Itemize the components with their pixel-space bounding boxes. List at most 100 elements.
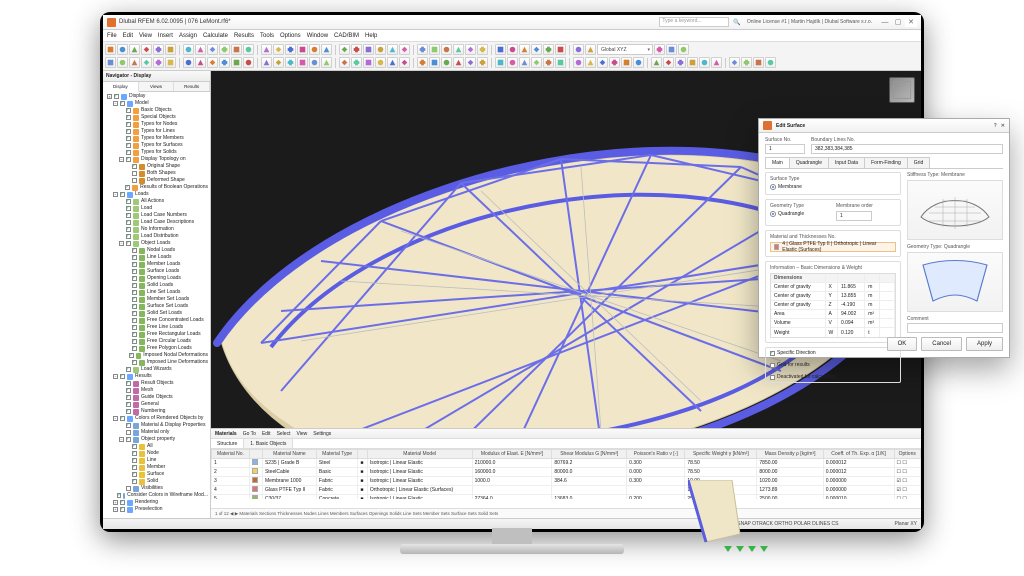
tree-checkbox[interactable] <box>132 262 137 267</box>
tree-item[interactable]: No Information <box>105 226 208 233</box>
tree-item[interactable]: Results of Boolean Operations <box>105 184 208 191</box>
materials-cell[interactable]: Glass PTFE Typ II <box>262 486 316 495</box>
toolbar-button[interactable] <box>351 57 362 68</box>
materials-menu-item[interactable]: Settings <box>313 431 331 437</box>
toolbar-button[interactable] <box>243 57 254 68</box>
materials-cell[interactable]: Isotropic | Linear Elastic <box>367 459 472 468</box>
tree-item[interactable]: −Object property <box>105 436 208 443</box>
materials-cell[interactable]: C30/37 <box>262 495 316 500</box>
materials-cell[interactable]: ■ <box>358 486 368 495</box>
toolbar-button[interactable] <box>387 44 398 55</box>
materials-cell[interactable]: ■ <box>358 477 368 486</box>
materials-table[interactable]: Material No.Material NameMaterial TypeMa… <box>211 449 921 499</box>
tree-toggle-icon[interactable]: − <box>113 101 118 106</box>
tree-checkbox[interactable] <box>129 353 134 358</box>
materials-col-header[interactable]: Options <box>894 450 920 459</box>
toolbar-button[interactable] <box>663 57 674 68</box>
dialog-tab-formfinding[interactable]: Form-Finding <box>864 157 908 168</box>
toolbar-button[interactable] <box>555 44 566 55</box>
tree-checkbox[interactable] <box>132 164 137 169</box>
tree-checkbox[interactable] <box>132 325 137 330</box>
tree-checkbox[interactable] <box>132 339 137 344</box>
toolbar-button[interactable] <box>507 44 518 55</box>
materials-cell[interactable]: S235 | Grade B <box>262 459 316 468</box>
toolbar-button[interactable] <box>285 44 296 55</box>
toolbar-button[interactable] <box>399 44 410 55</box>
materials-cell[interactable]: 4 <box>212 486 250 495</box>
dialog-tab-grid[interactable]: Grid <box>907 157 930 168</box>
toolbar-button[interactable] <box>309 57 320 68</box>
tree-checkbox[interactable] <box>126 486 131 491</box>
materials-cell[interactable]: 80769.2 <box>552 459 627 468</box>
materials-row[interactable]: 3Membrane 1000Fabric■Isotropic | Linear … <box>212 477 921 486</box>
tree-item[interactable]: Consider Colors in Wireframe Mod... <box>105 492 208 499</box>
materials-col-header[interactable]: Material No. <box>212 450 250 459</box>
nav-tab-views[interactable]: Views <box>139 82 175 91</box>
nav-tab-results[interactable]: Results <box>174 82 210 91</box>
toolbar-button[interactable] <box>507 57 518 68</box>
tree-item[interactable]: Load Case Numbers <box>105 212 208 219</box>
tree-checkbox[interactable] <box>126 108 131 113</box>
materials-cell[interactable]: Fabric <box>316 477 357 486</box>
toolbar-button[interactable] <box>375 44 386 55</box>
tree-checkbox[interactable] <box>126 129 131 134</box>
tree-item[interactable]: Visibilities <box>105 485 208 492</box>
tree-item[interactable]: Basic Objects <box>105 107 208 114</box>
toolbar-button[interactable] <box>399 57 410 68</box>
materials-cell[interactable]: 1000.0 <box>472 477 552 486</box>
materials-cell[interactable]: SteelCable <box>262 468 316 477</box>
materials-cell[interactable]: 0.200 <box>627 495 685 500</box>
tree-checkbox[interactable] <box>132 472 137 477</box>
tree-checkbox[interactable] <box>120 101 125 106</box>
tree-item[interactable]: Nodal Loads <box>105 247 208 254</box>
materials-cell[interactable]: 1 <box>212 459 250 468</box>
tree-item[interactable]: −Loads <box>105 191 208 198</box>
dialog-tab-inputdata[interactable]: Input Data <box>828 157 865 168</box>
tree-checkbox[interactable] <box>132 255 137 260</box>
tree-checkbox[interactable] <box>126 150 131 155</box>
tree-checkbox[interactable] <box>132 332 137 337</box>
tree-item[interactable]: Opening Loads <box>105 275 208 282</box>
tree-checkbox[interactable] <box>126 136 131 141</box>
nav-tab-display[interactable]: Display <box>103 82 139 92</box>
materials-cell[interactable]: 2500.00 <box>757 495 823 500</box>
materials-row[interactable]: 2SteelCableBasic■Isotropic | Linear Elas… <box>212 468 921 477</box>
toolbar-button[interactable] <box>765 57 776 68</box>
menu-results[interactable]: Results <box>234 33 254 39</box>
toolbar-button[interactable] <box>675 57 686 68</box>
tree-checkbox[interactable] <box>132 360 137 365</box>
toolbar-button[interactable] <box>105 44 116 55</box>
toolbar-button[interactable] <box>609 57 620 68</box>
toolbar-button[interactable] <box>183 44 194 55</box>
tree-checkbox[interactable] <box>132 297 137 302</box>
toolbar-button[interactable] <box>678 44 689 55</box>
toolbar-button[interactable] <box>477 44 488 55</box>
toolbar-button[interactable] <box>141 57 152 68</box>
boundary-lines-input[interactable]: 382,383,384,385 <box>811 144 1003 154</box>
tree-toggle-icon[interactable]: − <box>119 241 124 246</box>
toolbar-button[interactable] <box>687 57 698 68</box>
toolbar-button[interactable] <box>531 57 542 68</box>
tree-item[interactable]: General <box>105 401 208 408</box>
materials-col-header[interactable]: Shear Modulus G [N/mm²] <box>552 450 627 459</box>
checkbox-deactivated[interactable]: Deactivated for calculation <box>770 374 896 380</box>
navigator-tree[interactable]: ±Display−ModelBasic ObjectsSpecial Objec… <box>103 92 210 519</box>
tree-toggle-icon[interactable]: − <box>119 437 124 442</box>
tree-checkbox[interactable] <box>120 192 125 197</box>
tree-checkbox[interactable] <box>120 416 125 421</box>
materials-cell[interactable]: ■ <box>358 495 368 500</box>
toolbar-button[interactable] <box>429 57 440 68</box>
checkbox-specific-direction[interactable]: Specific Direction <box>770 350 896 356</box>
tree-checkbox[interactable] <box>126 388 131 393</box>
tree-checkbox[interactable] <box>126 220 131 225</box>
tree-item[interactable]: All <box>105 443 208 450</box>
materials-pager[interactable]: 1 of 12 ◀ ▶ Materials Sections Thickness… <box>215 511 498 517</box>
tree-item[interactable]: Types for Solids <box>105 149 208 156</box>
tree-toggle-icon[interactable]: − <box>113 416 118 421</box>
tree-checkbox[interactable] <box>132 451 137 456</box>
materials-col-header[interactable]: Poisson's Ratio ν [-] <box>627 450 685 459</box>
toolbar-button[interactable] <box>699 57 710 68</box>
tree-checkbox[interactable] <box>132 318 137 323</box>
edit-surface-dialog[interactable]: Edit Surface ? ✕ Surface No. 1 Boundary … <box>758 118 1010 358</box>
tree-toggle-icon[interactable]: + <box>113 500 118 505</box>
